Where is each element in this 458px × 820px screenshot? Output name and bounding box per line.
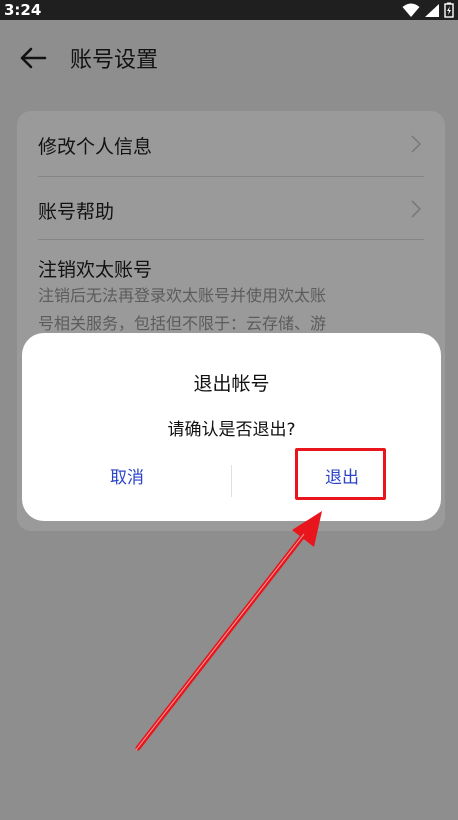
settings-item-edit-profile[interactable]: 修改个人信息 <box>17 111 445 175</box>
settings-item-account-help[interactable]: 账号帮助 <box>17 177 445 239</box>
wifi-icon <box>402 3 420 17</box>
highlight-box <box>295 448 386 500</box>
settings-item-description: 注销后无法再登录欢太账号并使用欢太账 <box>38 286 327 305</box>
dialog-message: 请确认是否退出? <box>167 420 296 440</box>
settings-item-label: 注销欢太账号 <box>38 259 153 281</box>
battery-charging-icon <box>444 2 454 18</box>
settings-item-label: 修改个人信息 <box>38 136 153 158</box>
dialog-title: 退出帐号 <box>193 373 270 395</box>
chevron-right-icon <box>411 200 421 218</box>
status-time: 3:24 <box>4 1 42 19</box>
chevron-right-icon <box>411 135 421 153</box>
cancel-button[interactable]: 取消 <box>82 463 172 488</box>
status-icons <box>402 2 454 18</box>
header: 账号设置 <box>0 38 458 78</box>
button-divider <box>231 465 232 497</box>
back-arrow-icon[interactable] <box>18 44 48 72</box>
page-title: 账号设置 <box>70 48 159 73</box>
status-bar: 3:24 <box>0 0 458 20</box>
settings-item-label: 账号帮助 <box>38 201 115 223</box>
signal-icon <box>425 3 439 17</box>
